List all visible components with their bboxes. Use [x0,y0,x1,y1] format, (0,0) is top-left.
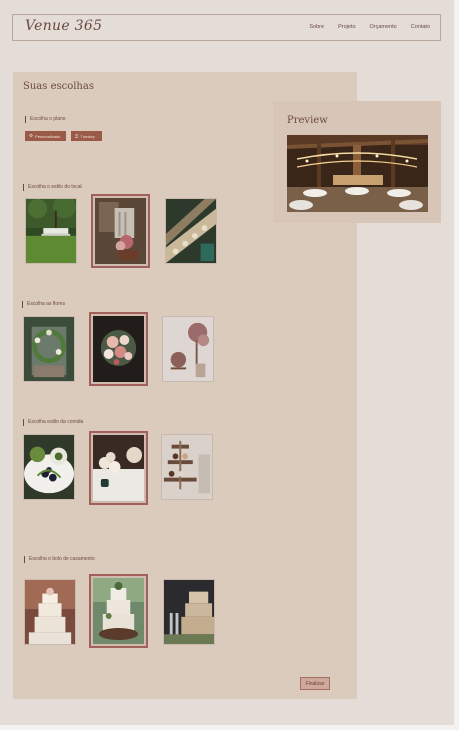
cake-option-floral[interactable] [89,574,148,648]
desserts-photo [93,435,144,501]
flowers-option-dried[interactable] [162,316,214,382]
turnkey-icon: ⚿ [75,133,79,139]
food-option-plate[interactable] [23,434,75,500]
nav-links: Sobre Projeto Orçamento Contato [309,24,430,30]
flowers-section-label: Escolha as flores [22,301,65,308]
venue-section-label: Escolha o estilo do local [23,184,82,191]
page-bottom [0,725,459,730]
plated-dish-photo [24,435,74,499]
classic-cake-photo [25,580,75,644]
personalize-icon: ⚙ [29,133,34,138]
flowers-option-bouquet[interactable] [89,312,148,386]
site-logo[interactable]: Venue 365 [25,18,102,34]
preview-image [287,135,428,212]
flowers-option-wreath[interactable] [23,316,75,382]
food-option-tower[interactable] [161,434,213,500]
bouquet-photo [93,316,144,382]
page-edge [454,0,459,730]
wreath-photo [24,317,74,381]
plan-option-label: Personalizado [35,133,61,139]
preview-title: Preview [287,115,328,126]
rustic-cake-photo [164,580,214,644]
nav-link-orcamento[interactable]: Orçamento [370,24,397,30]
venue-option-garden[interactable] [25,198,77,264]
plan-option-label: Turnkey [80,133,95,139]
food-option-desserts[interactable] [89,431,148,505]
preview-card: Preview [273,101,441,223]
barn-reception-photo [287,135,428,212]
floral-cake-photo [93,578,144,644]
finish-button[interactable]: Finalizar [300,677,330,690]
nav-link-sobre[interactable]: Sobre [309,24,324,30]
dessert-tower-photo [162,435,212,499]
top-navbar: Venue 365 Sobre Projeto Orçamento Contat… [12,14,441,41]
venue-option-rustic[interactable] [91,194,150,268]
lanterns-photo [166,199,216,263]
nav-link-projeto[interactable]: Projeto [338,24,355,30]
nav-link-contato[interactable]: Contato [411,24,430,30]
plan-section-label: Escolha o plano [25,116,66,123]
page-title: Suas escolhas [23,81,94,92]
food-section-label: Escolha estilo da comida [23,419,83,426]
cake-option-rustic[interactable] [163,579,215,645]
plan-option-turnkey[interactable]: ⚿ Turnkey [71,131,102,141]
cake-option-classic[interactable] [24,579,76,645]
plan-option-personalizado[interactable]: ⚙ Personalizado [25,131,66,141]
dried-flowers-photo [163,317,213,381]
rustic-photo [95,198,146,264]
garden-photo [26,199,76,263]
cake-section-label: Escolha o bolo de casamento [24,556,95,563]
venue-option-lanterns[interactable] [165,198,217,264]
